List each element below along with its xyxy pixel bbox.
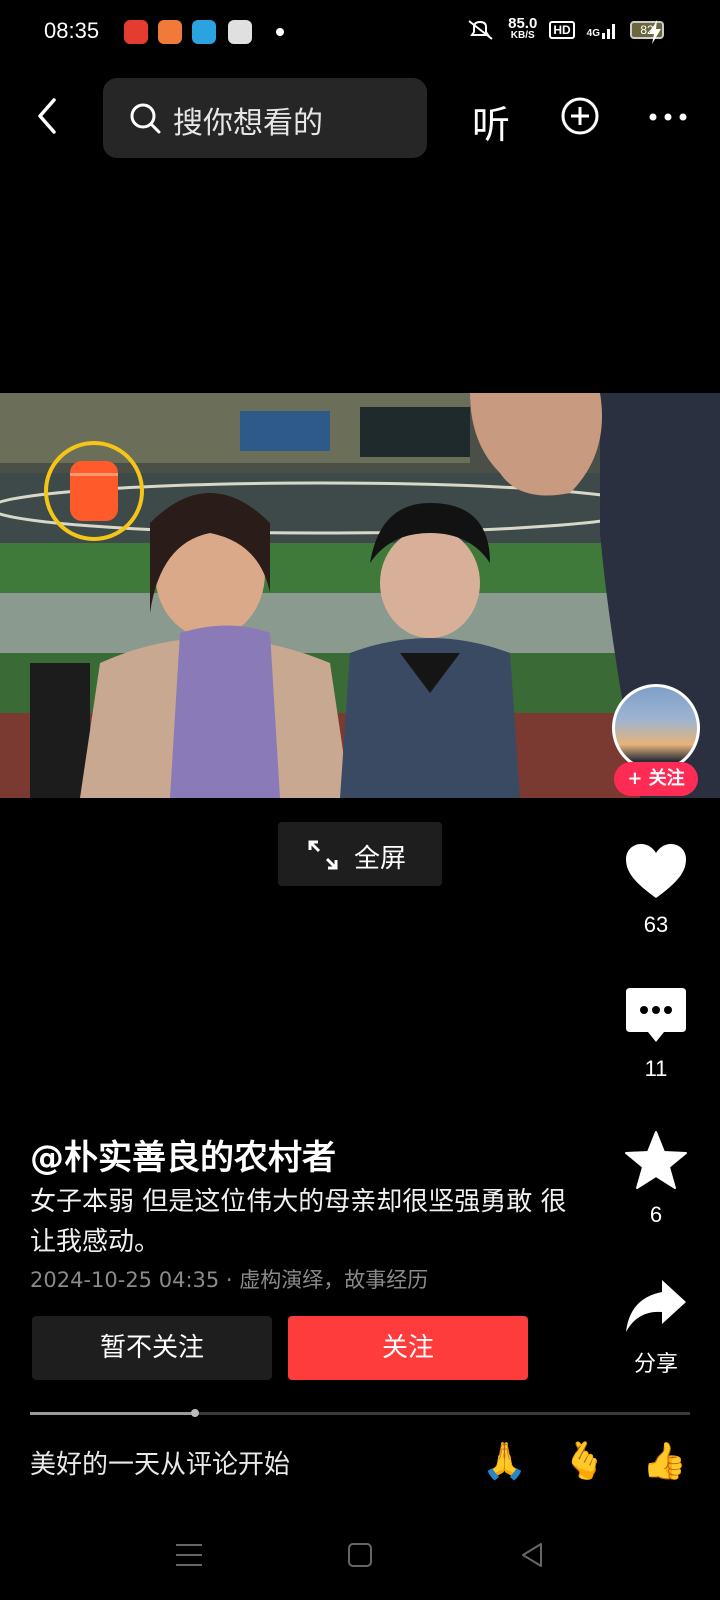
fullscreen-button[interactable]: 全屏 [278, 822, 442, 886]
hd-badge: HD [549, 21, 575, 39]
fullscreen-label: 全屏 [354, 844, 407, 874]
search-placeholder: 搜你想看的 [173, 106, 323, 141]
speed-value: 85.0 [508, 15, 538, 32]
comment-button[interactable]: 11 [620, 986, 692, 1082]
author-avatar[interactable] [612, 684, 700, 772]
network-speed: 85.0 KB/S [508, 15, 538, 42]
listen-button[interactable]: 听 [472, 94, 510, 149]
heart-icon [626, 844, 686, 898]
search-box[interactable]: 搜你想看的 [103, 78, 427, 158]
favorite-button[interactable]: 6 [620, 1130, 692, 1228]
emoji-pray[interactable]: 🙏 [482, 1440, 527, 1482]
reader-app-icon [158, 20, 182, 44]
emoji-thumbs-up[interactable]: 👍 [642, 1440, 687, 1482]
like-count: 63 [643, 912, 669, 937]
video-progress-bar[interactable] [30, 1409, 690, 1417]
top-bar: 搜你想看的 听 [0, 76, 720, 158]
not-follow-button[interactable]: 暂不关注 [32, 1316, 272, 1380]
telegram-app-icon [192, 20, 216, 44]
share-arrow-icon [626, 1280, 686, 1332]
search-icon [130, 103, 161, 134]
mute-icon [468, 20, 493, 40]
post-description: 女子本弱 但是这位伟大的母亲却很坚强勇敢 很让我感动。 [30, 1187, 567, 1257]
star-icon [625, 1131, 687, 1189]
toutiao-app-icon [124, 20, 148, 44]
charging-icon [649, 20, 661, 44]
post-meta: 2024-10-25 04:35 · 虚构演绎，故事经历 [30, 1268, 429, 1292]
status-time: 08:35 [44, 18, 100, 43]
back-arrow-icon[interactable] [30, 94, 66, 138]
more-options-icon[interactable] [648, 112, 688, 122]
favorite-count: 6 [649, 1202, 663, 1227]
author-name[interactable]: @朴实善良的农村者 [30, 1130, 336, 1179]
add-circle-icon[interactable] [560, 96, 600, 136]
more-notifications-dot [276, 28, 284, 36]
progress-handle[interactable] [191, 1409, 199, 1417]
status-bar: 08:35 85.0 KB/S HD 4G 82 [0, 0, 720, 60]
comment-count: 11 [644, 1056, 668, 1081]
progress-fill [30, 1412, 195, 1415]
emoji-finger-heart[interactable]: 🫰 [562, 1440, 607, 1482]
notification-app-icon [228, 20, 252, 44]
avatar-follow-button[interactable]: + 关注 [614, 762, 698, 796]
back-triangle-icon[interactable] [519, 1541, 545, 1569]
system-nav-bar [0, 1520, 720, 1600]
red-packet-widget[interactable] [44, 441, 144, 541]
follow-button[interactable]: 关注 [288, 1316, 528, 1380]
comment-input[interactable]: 美好的一天从评论开始 [30, 1444, 290, 1481]
signal-4g: 4G [587, 21, 618, 39]
like-button[interactable]: 63 [620, 842, 692, 938]
share-button[interactable]: 分享 [620, 1278, 692, 1378]
home-icon[interactable] [347, 1542, 373, 1568]
speed-unit: KB/S [510, 30, 535, 41]
expand-icon [308, 840, 338, 870]
signal-icon [602, 24, 615, 39]
menu-icon[interactable] [174, 1542, 204, 1568]
comment-bubble-icon [626, 988, 686, 1042]
status-right: 85.0 KB/S HD 4G 82 [466, 15, 664, 42]
red-envelope-icon [70, 461, 118, 521]
share-label: 分享 [633, 1351, 678, 1376]
